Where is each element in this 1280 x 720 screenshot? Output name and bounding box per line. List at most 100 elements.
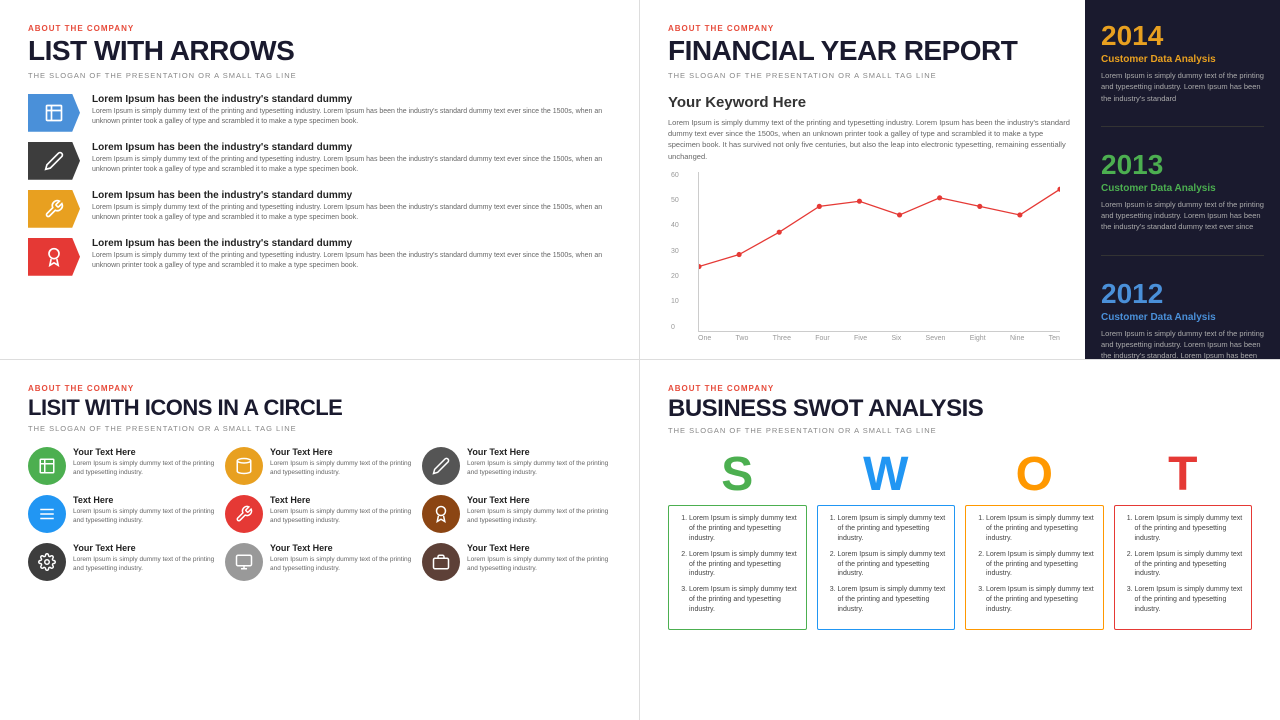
icon-item-0: Your Text Here Lorem Ipsum is simply dum… (28, 447, 217, 485)
circle-icon-5 (422, 495, 460, 533)
panel2-tagline: THE SLOGAN OF THE PRESENTATION OR A SMAL… (668, 71, 1070, 80)
swot-col-o: O Lorem Ipsum is simply dummy text of th… (965, 451, 1104, 629)
icon-heading-8: Your Text Here (467, 543, 611, 553)
swot-letter-o: O (965, 451, 1104, 499)
icon-desc-2: Lorem Ipsum is simply dummy text of the … (467, 459, 611, 477)
sidebar-year-num-1: 2013 (1101, 149, 1264, 181)
arrow-icon-3 (28, 238, 80, 276)
swot-item-o-2: Lorem Ipsum is simply dummy text of the … (986, 585, 1095, 614)
arrow-text-3: Lorem Ipsum has been the industry's stan… (92, 238, 611, 271)
swot-container: S Lorem Ipsum is simply dummy text of th… (668, 451, 1252, 629)
swot-list-t: Lorem Ipsum is simply dummy text of the … (1123, 514, 1244, 614)
arrow-heading-2: Lorem Ipsum has been the industry's stan… (92, 190, 611, 201)
sidebar-text-1: Lorem Ipsum is simply dummy text of the … (1101, 199, 1264, 233)
chart-x-label: Four (815, 335, 829, 342)
icon-text-1: Your Text Here Lorem Ipsum is simply dum… (270, 447, 414, 477)
arrow-desc-2: Lorem Ipsum is simply dummy text of the … (92, 203, 611, 223)
arrow-heading-1: Lorem Ipsum has been the industry's stan… (92, 142, 611, 153)
arrow-text-0: Lorem Ipsum has been the industry's stan… (92, 94, 611, 127)
sidebar-cat-0: Customer Data Analysis (1101, 54, 1264, 65)
chart-point-6 (937, 195, 942, 200)
chart-x-label: Two (736, 335, 749, 342)
icon-desc-3: Lorem Ipsum is simply dummy text of the … (73, 507, 217, 525)
panel-financial: ABOUT THE COMPANY FINANCIAL YEAR REPORT … (640, 0, 1280, 360)
icon-heading-4: Text Here (270, 495, 414, 505)
swot-letter-t: T (1114, 451, 1253, 499)
icon-text-3: Text Here Lorem Ipsum is simply dummy te… (73, 495, 217, 525)
chart-y-label: 50 (671, 197, 679, 204)
swot-col-w: W Lorem Ipsum is simply dummy text of th… (817, 451, 956, 629)
sidebar-year-1: 2013 Customer Data Analysis Lorem Ipsum … (1101, 149, 1264, 256)
icon-text-0: Your Text Here Lorem Ipsum is simply dum… (73, 447, 217, 477)
swot-list-s: Lorem Ipsum is simply dummy text of the … (677, 514, 798, 614)
icon-heading-7: Your Text Here (270, 543, 414, 553)
arrow-desc-3: Lorem Ipsum is simply dummy text of the … (92, 251, 611, 271)
chart-y-label: 10 (671, 298, 679, 305)
icon-desc-0: Lorem Ipsum is simply dummy text of the … (73, 459, 217, 477)
swot-item-o-1: Lorem Ipsum is simply dummy text of the … (986, 550, 1095, 579)
swot-box-w: Lorem Ipsum is simply dummy text of the … (817, 505, 956, 629)
icon-desc-1: Lorem Ipsum is simply dummy text of the … (270, 459, 414, 477)
icon-desc-4: Lorem Ipsum is simply dummy text of the … (270, 507, 414, 525)
chart-x-label: Eight (970, 335, 986, 342)
arrow-heading-0: Lorem Ipsum has been the industry's stan… (92, 94, 611, 105)
icon-heading-2: Your Text Here (467, 447, 611, 457)
icon-heading-1: Your Text Here (270, 447, 414, 457)
swot-box-o: Lorem Ipsum is simply dummy text of the … (965, 505, 1104, 629)
circle-icon-3 (28, 495, 66, 533)
chart-svg (699, 172, 1060, 275)
chart-y-label: 30 (671, 248, 679, 255)
icon-desc-8: Lorem Ipsum is simply dummy text of the … (467, 555, 611, 573)
swot-letter-s: S (668, 451, 807, 499)
icon-text-8: Your Text Here Lorem Ipsum is simply dum… (467, 543, 611, 573)
circle-icon-8 (422, 543, 460, 581)
swot-item-w-1: Lorem Ipsum is simply dummy text of the … (838, 550, 947, 579)
sidebar-text-0: Lorem Ipsum is simply dummy text of the … (1101, 70, 1264, 104)
arrow-desc-0: Lorem Ipsum is simply dummy text of the … (92, 107, 611, 127)
chart-path (699, 189, 1060, 266)
swot-item-s-0: Lorem Ipsum is simply dummy text of the … (689, 514, 798, 543)
panel-list-arrows: ABOUT THE COMPANY LIST WITH ARROWS THE S… (0, 0, 640, 360)
arrow-item-3: Lorem Ipsum has been the industry's stan… (28, 238, 611, 276)
icon-item-8: Your Text Here Lorem Ipsum is simply dum… (422, 543, 611, 581)
icon-grid: Your Text Here Lorem Ipsum is simply dum… (28, 447, 611, 581)
sidebar-year-num-0: 2014 (1101, 20, 1264, 52)
panel2-about: ABOUT THE COMPANY (668, 24, 1070, 33)
dark-sidebar: 2014 Customer Data Analysis Lorem Ipsum … (1085, 0, 1280, 359)
chart-point-2 (777, 229, 782, 234)
swot-box-t: Lorem Ipsum is simply dummy text of the … (1114, 505, 1253, 629)
swot-item-o-0: Lorem Ipsum is simply dummy text of the … (986, 514, 1095, 543)
chart-x-label: Nine (1010, 335, 1024, 342)
chart-point-5 (897, 212, 902, 217)
chart-point-1 (737, 252, 742, 257)
swot-list-o: Lorem Ipsum is simply dummy text of the … (974, 514, 1095, 614)
keyword-title: Your Keyword Here (668, 94, 1070, 111)
circle-icon-6 (28, 543, 66, 581)
panel1-tagline: THE SLOGAN OF THE PRESENTATION OR A SMAL… (28, 71, 611, 80)
panel1-about: ABOUT THE COMPANY (28, 24, 611, 33)
icon-text-7: Your Text Here Lorem Ipsum is simply dum… (270, 543, 414, 573)
arrow-item-0: Lorem Ipsum has been the industry's stan… (28, 94, 611, 132)
sidebar-cat-1: Customer Data Analysis (1101, 183, 1264, 194)
chart-x-label: Seven (926, 335, 946, 342)
arrow-icon-2 (28, 190, 80, 228)
sidebar-cat-2: Customer Data Analysis (1101, 312, 1264, 323)
icon-item-2: Your Text Here Lorem Ipsum is simply dum… (422, 447, 611, 485)
swot-item-w-0: Lorem Ipsum is simply dummy text of the … (838, 514, 947, 543)
circle-icon-0 (28, 447, 66, 485)
panel4-tagline: THE SLOGAN OF THE PRESENTATION OR A SMAL… (668, 426, 1252, 435)
chart-point-7 (977, 204, 982, 209)
icon-heading-5: Your Text Here (467, 495, 611, 505)
icon-text-6: Your Text Here Lorem Ipsum is simply dum… (73, 543, 217, 573)
sidebar-text-2: Lorem Ipsum is simply dummy text of the … (1101, 328, 1264, 361)
chart-y-labels: 0102030405060 (671, 172, 679, 331)
chart-y-label: 40 (671, 222, 679, 229)
icon-text-2: Your Text Here Lorem Ipsum is simply dum… (467, 447, 611, 477)
chart-x-label: Six (892, 335, 902, 342)
icon-item-7: Your Text Here Lorem Ipsum is simply dum… (225, 543, 414, 581)
chart-x-label: Five (854, 335, 867, 342)
icon-desc-7: Lorem Ipsum is simply dummy text of the … (270, 555, 414, 573)
chart-point-8 (1017, 212, 1022, 217)
chart-area: 0102030405060 (698, 172, 1060, 332)
arrow-item-2: Lorem Ipsum has been the industry's stan… (28, 190, 611, 228)
